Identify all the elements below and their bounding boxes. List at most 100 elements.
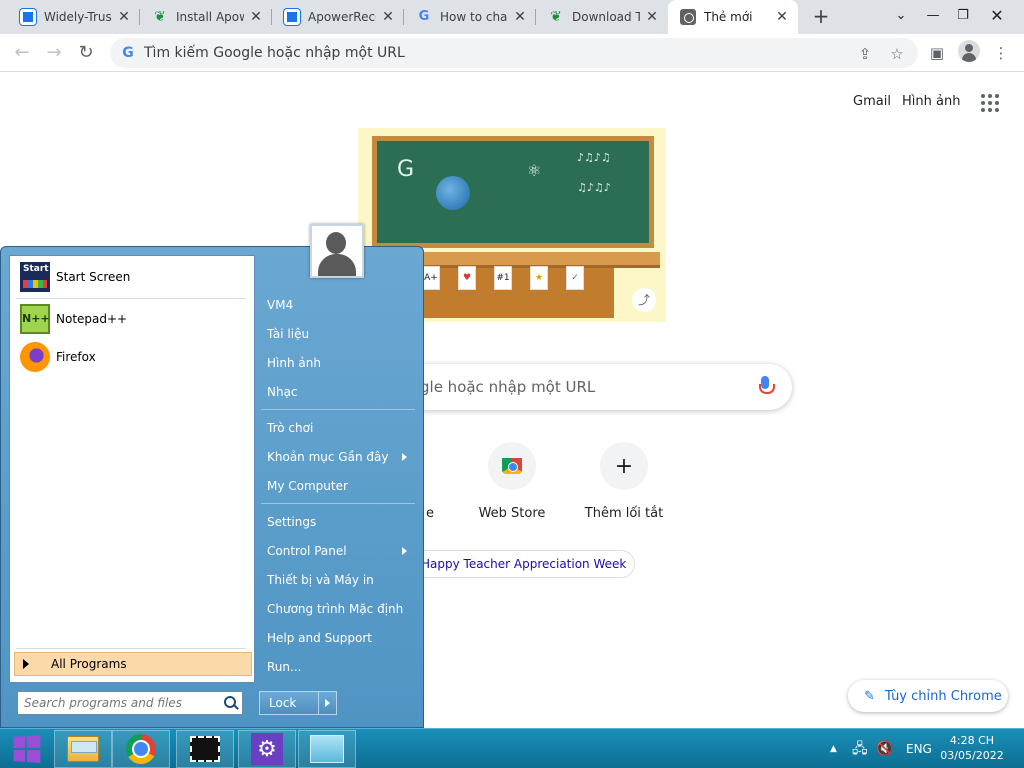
window-icon — [310, 735, 344, 763]
program-label: Firefox — [56, 350, 96, 364]
doodle-chalkboard: G ⚛ ♪♫♪♫ ♫♪♫♪ — [372, 136, 654, 248]
tab-download[interactable]: ❦ Download T ✕ — [536, 0, 668, 34]
tab-title: How to chan — [440, 10, 508, 24]
divider — [16, 648, 246, 649]
start-item-music[interactable]: Nhạc — [257, 379, 417, 405]
close-icon[interactable]: ✕ — [644, 9, 660, 25]
start-item-my-computer[interactable]: My Computer — [257, 473, 417, 499]
divider — [16, 298, 246, 299]
shortcut-web-store[interactable]: Web Store — [456, 442, 568, 521]
user-account-picture[interactable] — [310, 224, 364, 278]
start-item-documents[interactable]: Tài liệu — [257, 321, 417, 347]
start-item-pictures[interactable]: Hình ảnh — [257, 350, 417, 376]
start-item-run[interactable]: Run... — [257, 654, 417, 680]
taskbar-video-app[interactable] — [176, 730, 234, 768]
profile-avatar[interactable] — [958, 40, 980, 62]
apowersoft-icon — [284, 9, 300, 25]
clock-date: 03/05/2022 — [940, 749, 1004, 762]
tab-apowerreco[interactable]: ApowerReco ✕ — [272, 0, 404, 34]
clock-time: 4:28 CH — [949, 734, 995, 747]
ntp-search-placeholder: gle hoặc nhập một URL — [420, 378, 596, 396]
shutdown-options-arrow-icon[interactable] — [318, 692, 336, 714]
taskbar-settings-app[interactable]: ⚙ — [238, 730, 296, 768]
apowersoft-icon — [20, 9, 36, 25]
address-bar[interactable]: G Tìm kiếm Google hoặc nhập một URL ⇪ ☆ — [110, 38, 918, 68]
program-firefox[interactable]: Firefox — [14, 340, 246, 374]
program-label: Notepad++ — [56, 312, 128, 326]
tab-strip: Widely-Trust ✕ ❦ Install Apow ✕ ApowerRe… — [0, 0, 1024, 34]
side-panel-icon[interactable]: ▣ — [928, 44, 946, 62]
start-item-control-panel[interactable]: Control Panel — [257, 538, 417, 564]
taskbar-chrome[interactable] — [112, 730, 170, 768]
images-link[interactable]: Hình ảnh — [902, 94, 960, 109]
share-icon[interactable]: ⤴ — [632, 288, 656, 312]
share-icon[interactable]: ⇪ — [856, 45, 874, 63]
start-item-default-programs[interactable]: Chương trình Mặc định — [257, 596, 417, 622]
address-bar-placeholder: Tìm kiếm Google hoặc nhập một URL — [144, 45, 405, 61]
minimize-button[interactable]: — — [916, 0, 950, 34]
doodle-card: ✓ — [566, 266, 584, 290]
start-item-vm4[interactable]: VM4 — [257, 292, 417, 318]
customize-chrome-label: Tùy chỉnh Chrome — [884, 688, 1002, 704]
pencil-icon: ✎ — [864, 688, 875, 704]
doodle-card: ♥ — [458, 266, 476, 290]
tab-install-apow[interactable]: ❦ Install Apow ✕ — [140, 0, 272, 34]
doodle-desk-body — [414, 268, 614, 318]
doodle-card: A+ — [422, 266, 440, 290]
program-label: Start Screen — [56, 270, 131, 284]
start-item-devices-printers[interactable]: Thiết bị và Máy in — [257, 567, 417, 593]
tab-search-chevron-icon[interactable]: ⌄ — [884, 0, 918, 34]
browser-toolbar: ← → ↻ G Tìm kiếm Google hoặc nhập một UR… — [0, 34, 1024, 72]
bookmark-star-icon[interactable]: ☆ — [888, 45, 906, 63]
start-search-box[interactable] — [17, 691, 243, 715]
program-notepad-plus-plus[interactable]: N++ Notepad++ — [14, 302, 246, 336]
close-icon[interactable]: ✕ — [380, 9, 396, 25]
shortcut-label: Thêm lối tắt — [584, 506, 664, 521]
chrome-icon — [680, 9, 696, 25]
tab-new-tab[interactable]: Thẻ mới ✕ — [668, 0, 798, 34]
start-item-recent-items[interactable]: Khoản mục Gần đây — [257, 444, 417, 470]
folder-icon — [67, 736, 99, 762]
doodle-globe — [436, 176, 470, 210]
tab-widely-trust[interactable]: Widely-Trust ✕ — [8, 0, 140, 34]
search-icon[interactable] — [224, 696, 236, 708]
start-search-input[interactable] — [24, 696, 208, 710]
network-icon[interactable]: 🖧 — [852, 729, 868, 768]
restore-button[interactable]: ❐ — [946, 0, 980, 34]
forward-button[interactable]: → — [42, 41, 66, 65]
close-icon[interactable]: ✕ — [512, 9, 528, 25]
reload-button[interactable]: ↻ — [74, 41, 98, 65]
chrome-icon — [126, 734, 156, 764]
chrome-menu-icon[interactable]: ⋮ — [992, 44, 1010, 62]
microphone-icon[interactable] — [758, 376, 775, 398]
start-item-settings[interactable]: Settings — [257, 509, 417, 535]
all-programs-button[interactable]: All Programs — [14, 652, 252, 676]
tab-how-to-change[interactable]: G How to chan ✕ — [404, 0, 536, 34]
close-icon[interactable]: ✕ — [774, 9, 790, 25]
notepad-plus-plus-icon: N++ — [20, 304, 50, 334]
customize-chrome-button[interactable]: ✎ Tùy chỉnh Chrome — [848, 680, 1008, 712]
shortcut-add[interactable]: + Thêm lối tắt — [568, 442, 680, 521]
back-button[interactable]: ← — [10, 41, 34, 65]
close-icon[interactable]: ✕ — [116, 9, 132, 25]
gear-icon: ⚙ — [251, 733, 283, 765]
google-apps-icon[interactable] — [980, 93, 1000, 113]
plus-icon: + — [600, 442, 648, 490]
windows-logo-icon — [13, 734, 41, 764]
close-icon[interactable]: ✕ — [248, 9, 264, 25]
close-window-button[interactable]: ✕ — [980, 0, 1014, 34]
program-start-screen[interactable]: Start Start Screen — [14, 260, 246, 294]
doodle-share-chip[interactable]: Happy Teacher Appreciation Week — [410, 550, 636, 578]
lock-button[interactable]: Lock — [259, 691, 337, 715]
taskbar-file-explorer[interactable] — [54, 730, 112, 768]
gmail-link[interactable]: Gmail — [853, 94, 891, 109]
start-item-games[interactable]: Trò chơi — [257, 415, 417, 441]
start-item-help-support[interactable]: Help and Support — [257, 625, 417, 651]
taskbar-window-app[interactable] — [298, 730, 356, 768]
language-indicator[interactable]: ENG — [906, 729, 932, 768]
volume-muted-icon[interactable]: 🔇 — [876, 729, 893, 768]
new-tab-button[interactable]: + — [808, 5, 834, 29]
system-clock[interactable]: 4:28 CH 03/05/2022 — [930, 733, 1014, 763]
show-hidden-icons-button[interactable]: ▲ — [830, 729, 837, 768]
start-button[interactable] — [4, 731, 48, 767]
